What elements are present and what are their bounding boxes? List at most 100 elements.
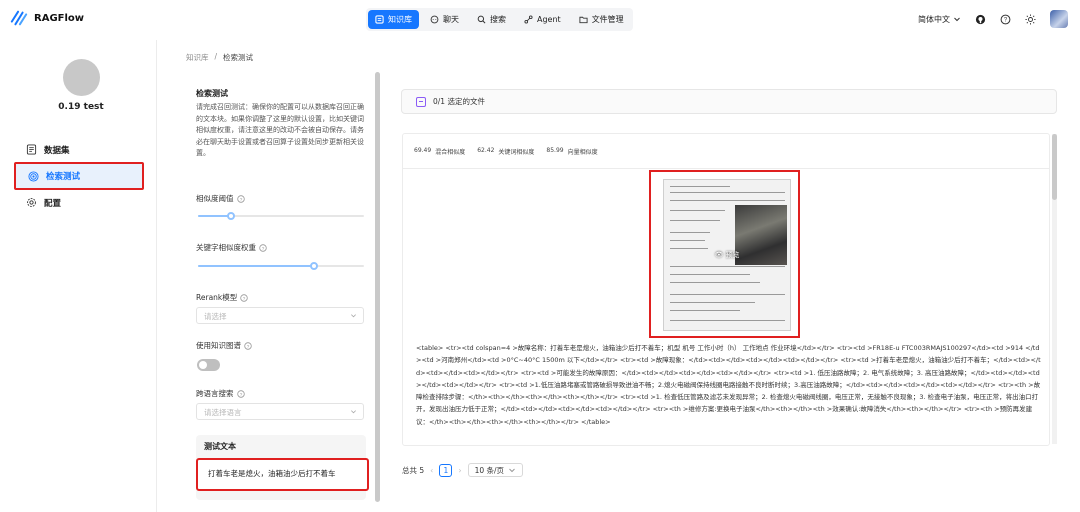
nav-item-knowledge-base[interactable]: 知识库 (368, 10, 419, 29)
knowledge-graph-toggle[interactable] (197, 359, 220, 371)
folder-icon (579, 16, 588, 24)
doc-line (670, 200, 785, 201)
help-icon[interactable]: ? (1000, 14, 1011, 25)
agent-icon (524, 15, 533, 24)
selected-files-label: 0/1 选定的文件 (433, 97, 485, 106)
language-select[interactable]: 简体中文 (918, 14, 961, 25)
settings-title: 检索测试 (196, 89, 228, 98)
settings-description: 请完成召回测试：确保你的配置可以从数据库召回正确的文本块。如果你调整了这里的默认… (196, 103, 364, 157)
nav-item-agent[interactable]: Agent (517, 10, 568, 29)
language-label: 简体中文 (918, 14, 950, 24)
test-text-input[interactable]: 打着车老是熄火，油箱油少后打不着车 (196, 458, 369, 491)
page-size-select[interactable]: 10 条/页 (467, 463, 524, 477)
rerank-model-select[interactable]: 请选择 (196, 307, 364, 324)
doc-line (670, 266, 785, 267)
svg-text:?: ? (262, 245, 265, 250)
breadcrumb-root[interactable]: 知识库 (186, 52, 209, 63)
app-name: RAGFlow (34, 12, 85, 24)
field-label-text: 相似度阈值 (196, 194, 234, 203)
dataset-icon (26, 144, 37, 155)
test-text-label: 测试文本 (204, 442, 236, 451)
doc-line (670, 294, 785, 295)
field-label-text: 关键字相似度权重 (196, 243, 256, 252)
similarity-threshold-label: 相似度阈值 ? (196, 193, 245, 204)
search-icon (477, 15, 486, 24)
field-label-text: 使用知识图谱 (196, 341, 241, 350)
doc-line (670, 186, 730, 187)
database-icon (375, 15, 384, 24)
help-circle-icon[interactable]: ? (259, 243, 267, 252)
nav-label: 搜索 (490, 15, 506, 24)
doc-line (670, 220, 720, 221)
vector-score-value: 85.99 (546, 147, 564, 154)
preview-overlay[interactable]: 👁 预览 (664, 250, 790, 260)
scrollbar-thumb[interactable] (1052, 134, 1057, 200)
cross-language-select[interactable]: 请选择语言 (196, 403, 364, 420)
theme-icon[interactable] (1025, 13, 1036, 25)
svg-text:?: ? (247, 343, 250, 348)
ragflow-logo-icon (10, 10, 28, 26)
sidebar-item-retrieval-test[interactable]: 检索测试 (14, 162, 144, 190)
nav-item-file-manager[interactable]: 文件管理 (572, 10, 631, 29)
main-nav: 知识库 聊天 搜索 Agent 文件管理 (366, 8, 633, 31)
field-label-text: Rerank模型 (196, 293, 238, 302)
doc-line (670, 302, 755, 303)
slider-track (198, 265, 315, 267)
help-circle-icon[interactable]: ? (244, 341, 252, 350)
doc-line (670, 240, 705, 241)
help-circle-icon[interactable]: ? (240, 293, 248, 302)
doc-line (670, 320, 785, 321)
similarity-threshold-slider[interactable] (198, 211, 364, 221)
top-header: RAGFlow 知识库 聊天 搜索 Agent 文件管理 简体中文 ? (0, 0, 1080, 40)
next-page-button[interactable]: › (458, 466, 461, 475)
nav-item-chat[interactable]: 聊天 (423, 10, 466, 29)
field-label-text: 跨语言搜索 (196, 389, 234, 398)
sidebar-item-settings[interactable]: 配置 (14, 190, 144, 215)
doc-line (670, 232, 710, 233)
keyword-score-label: 关键词相似度 (498, 149, 535, 156)
preview-label: 预览 (725, 251, 740, 259)
keyword-weight-label: 关键字相似度权重 ? (196, 242, 267, 253)
chevron-down-icon (954, 17, 960, 22)
sidebar-divider (156, 40, 157, 512)
nav-label: 知识库 (388, 15, 412, 24)
sidebar-menu: 数据集 检索测试 配置 (14, 137, 144, 215)
nav-label: 聊天 (443, 15, 459, 24)
doc-line (670, 210, 725, 211)
chunk-image-thumbnail[interactable]: 👁 预览 (663, 179, 791, 331)
svg-text:?: ? (239, 391, 242, 396)
knowledge-graph-label: 使用知识图谱 ? (196, 340, 252, 351)
page-number-button[interactable]: 1 (439, 463, 453, 477)
doc-line (670, 192, 785, 193)
results-scrollbar[interactable] (1052, 134, 1057, 444)
slider-handle[interactable] (227, 212, 236, 220)
github-icon[interactable] (975, 14, 986, 25)
eye-icon: 👁 (714, 251, 726, 259)
sidebar-item-dataset[interactable]: 数据集 (14, 137, 144, 162)
svg-text:?: ? (243, 295, 246, 300)
prev-page-button[interactable]: ‹ (430, 466, 433, 475)
sidebar-item-label: 数据集 (44, 145, 70, 156)
doc-line (670, 248, 708, 249)
chunk-content: <table> <tr><td colspan=4 >故障名称：打着车老是熄火，… (416, 344, 1041, 426)
doc-line (670, 274, 750, 275)
hybrid-score-label: 混合相似度 (435, 149, 466, 156)
help-circle-icon[interactable]: ? (236, 194, 245, 203)
rerank-model-label: Rerank模型 ? (196, 292, 248, 303)
keyword-weight-slider[interactable] (198, 261, 364, 271)
collapse-icon[interactable] (416, 96, 426, 107)
app-logo[interactable]: RAGFlow (10, 9, 84, 27)
chat-icon (430, 15, 439, 24)
header-actions: 简体中文 ? (918, 10, 1068, 28)
knowledge-base-name: 0.19 test (58, 102, 104, 112)
settings-icon (27, 198, 36, 207)
slider-handle[interactable] (310, 262, 319, 270)
settings-scrollbar[interactable] (375, 72, 380, 502)
card-divider (403, 168, 1049, 169)
retrieval-test-icon (28, 170, 39, 182)
user-avatar[interactable] (1050, 10, 1068, 28)
selected-files-bar[interactable]: 0/1 选定的文件 (401, 89, 1057, 114)
nav-item-search[interactable]: 搜索 (470, 10, 513, 29)
breadcrumb-separator: / (214, 52, 218, 61)
help-circle-icon[interactable]: ? (236, 389, 245, 398)
